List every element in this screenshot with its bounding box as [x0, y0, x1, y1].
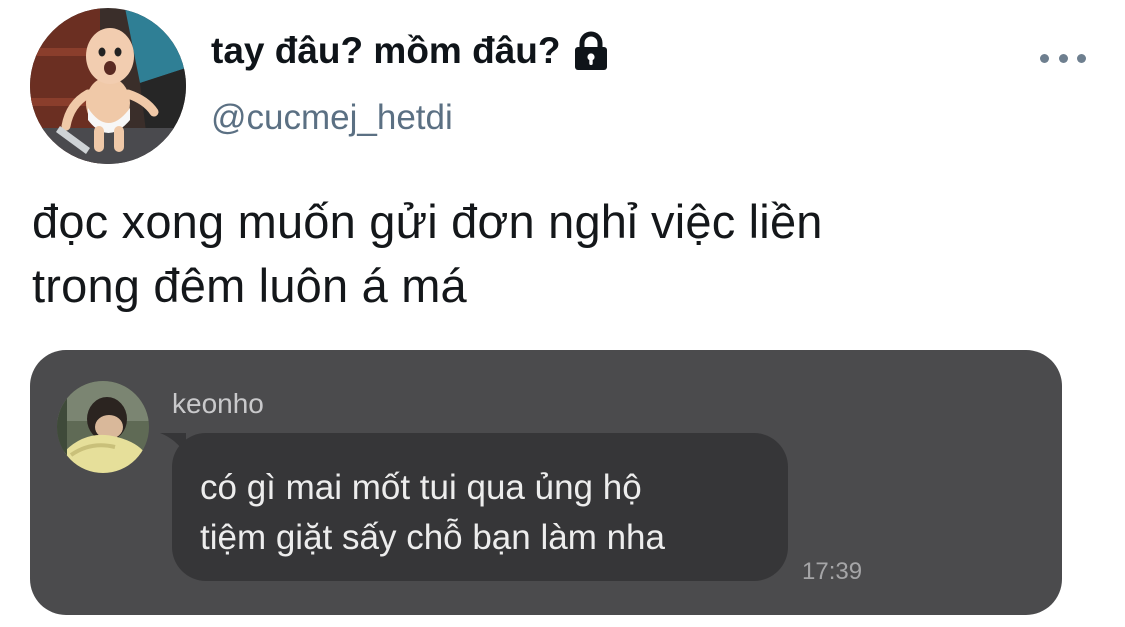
chat-message-text: có gì mai mốt tui qua ủng hộ tiệm giặt s… [200, 463, 665, 563]
chat-message-line: có gì mai mốt tui qua ủng hộ [200, 468, 642, 507]
profile-avatar[interactable] [30, 8, 186, 164]
chat-message-time: 17:39 [802, 558, 863, 585]
tweet-text: đọc xong muốn gửi đơn nghỉ việc liền tro… [32, 190, 1092, 318]
more-options-button[interactable] [1040, 46, 1086, 70]
lock-icon [572, 31, 610, 71]
chat-message-line: tiệm giặt sấy chỗ bạn làm nha [200, 518, 665, 557]
chat-message-bubble: có gì mai mốt tui qua ủng hộ tiệm giặt s… [172, 433, 788, 581]
more-options-icon-dot [1058, 53, 1068, 63]
display-name[interactable]: tay đâu? mồm đâu? [211, 30, 610, 72]
display-name-text: tay đâu? mồm đâu? [211, 30, 561, 71]
chat-sender-avatar [57, 381, 149, 473]
more-options-icon [1040, 53, 1049, 63]
more-options-icon-dot [1077, 53, 1086, 63]
attached-chat-image[interactable]: keonho có gì mai mốt tui qua ủng hộ tiệm… [30, 350, 1062, 615]
tweet-text-line: trong đêm luôn á má [32, 259, 467, 312]
tweet-text-line: đọc xong muốn gửi đơn nghỉ việc liền [32, 195, 823, 248]
user-handle[interactable]: @cucmej_hetdi [211, 98, 453, 138]
chat-sender-name: keonho [172, 388, 264, 419]
